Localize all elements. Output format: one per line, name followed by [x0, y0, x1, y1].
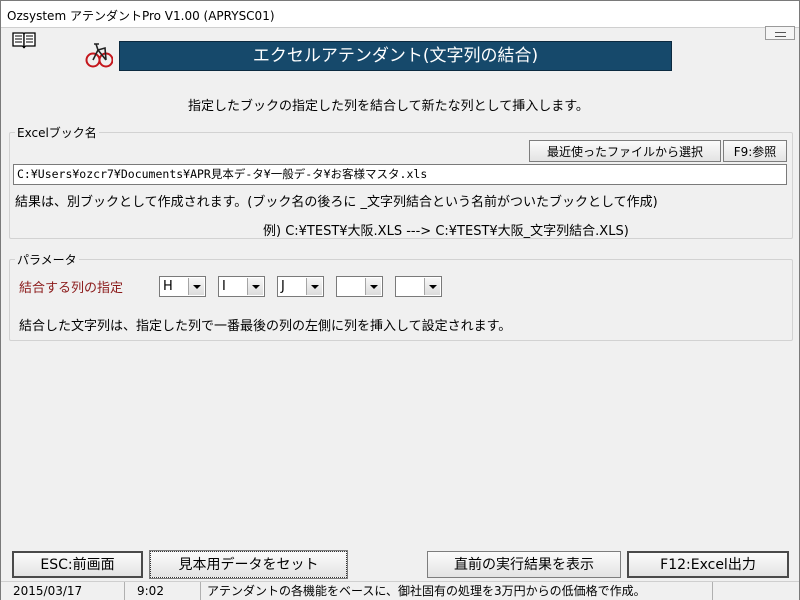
columns-label: 結合する列の指定: [19, 281, 124, 296]
column-select-3-value: J: [281, 279, 285, 294]
status-date: 2015/03/17: [5, 582, 125, 600]
result-note-text: 結果は、別ブックとして作成されます。(ブック名の後ろに _文字列結合という名前が…: [15, 195, 658, 210]
status-message: アテンダントの各機能をベースに、御社固有の処理を3万円からの低価格で作成。: [201, 582, 713, 600]
chevron-down-icon[interactable]: [247, 278, 263, 295]
status-bar: 2015/03/17 9:02 アテンダントの各機能をベースに、御社固有の処理を…: [1, 581, 799, 600]
excel-book-group-label: Excelブック名: [15, 124, 99, 141]
chevron-down-icon[interactable]: [306, 278, 322, 295]
status-extra: [713, 582, 797, 600]
chevron-down-icon[interactable]: [424, 278, 440, 295]
set-sample-data-button[interactable]: 見本用データをセット: [149, 550, 348, 579]
chevron-down-icon[interactable]: [365, 278, 381, 295]
show-last-result-button[interactable]: 直前の実行結果を表示: [427, 551, 621, 578]
excel-output-button[interactable]: F12:Excel出力: [627, 551, 789, 578]
browse-button[interactable]: F9:参照: [723, 140, 787, 162]
example-text: 例) C:¥TEST¥大阪.XLS ---> C:¥TEST¥大阪_文字列結合.…: [263, 224, 629, 239]
recent-files-button[interactable]: 最近使ったファイルから選択: [529, 140, 721, 162]
column-select-1[interactable]: H: [159, 276, 206, 297]
page-title-banner: エクセルアテンダント(文字列の結合): [119, 41, 672, 71]
parameters-note-text: 結合した文字列は、指定した列で一番最後の列の左側に列を挿入して設定されます。: [19, 319, 512, 334]
bicycle-icon: [85, 43, 113, 68]
column-select-1-value: H: [163, 279, 173, 294]
chevron-down-icon[interactable]: [188, 278, 204, 295]
excel-path-input[interactable]: C:¥Users¥ozcr7¥Documents¥APR見本デ-タ¥一般デ-タ¥…: [13, 164, 787, 185]
esc-back-button[interactable]: ESC:前画面: [12, 551, 143, 578]
column-select-5[interactable]: [395, 276, 442, 297]
window-title: Ozsystem アテンダントPro V1.00 (APRYSC01): [7, 9, 275, 23]
minimize-button[interactable]: [765, 26, 795, 40]
parameters-group-label: パラメータ: [15, 251, 79, 268]
column-select-3[interactable]: J: [277, 276, 324, 297]
open-book-icon: [12, 32, 36, 49]
column-select-4[interactable]: [336, 276, 383, 297]
column-select-2-value: I: [222, 279, 226, 294]
column-select-2[interactable]: I: [218, 276, 265, 297]
instruction-text: 指定したブックの指定した列を結合して新たな列として挿入します。: [188, 99, 589, 114]
app-window: Ozsystem アテンダントPro V1.00 (APRYSC01) エクセル…: [0, 0, 800, 600]
status-time: 9:02: [125, 582, 201, 600]
title-bar[interactable]: Ozsystem アテンダントPro V1.00 (APRYSC01): [1, 1, 799, 28]
